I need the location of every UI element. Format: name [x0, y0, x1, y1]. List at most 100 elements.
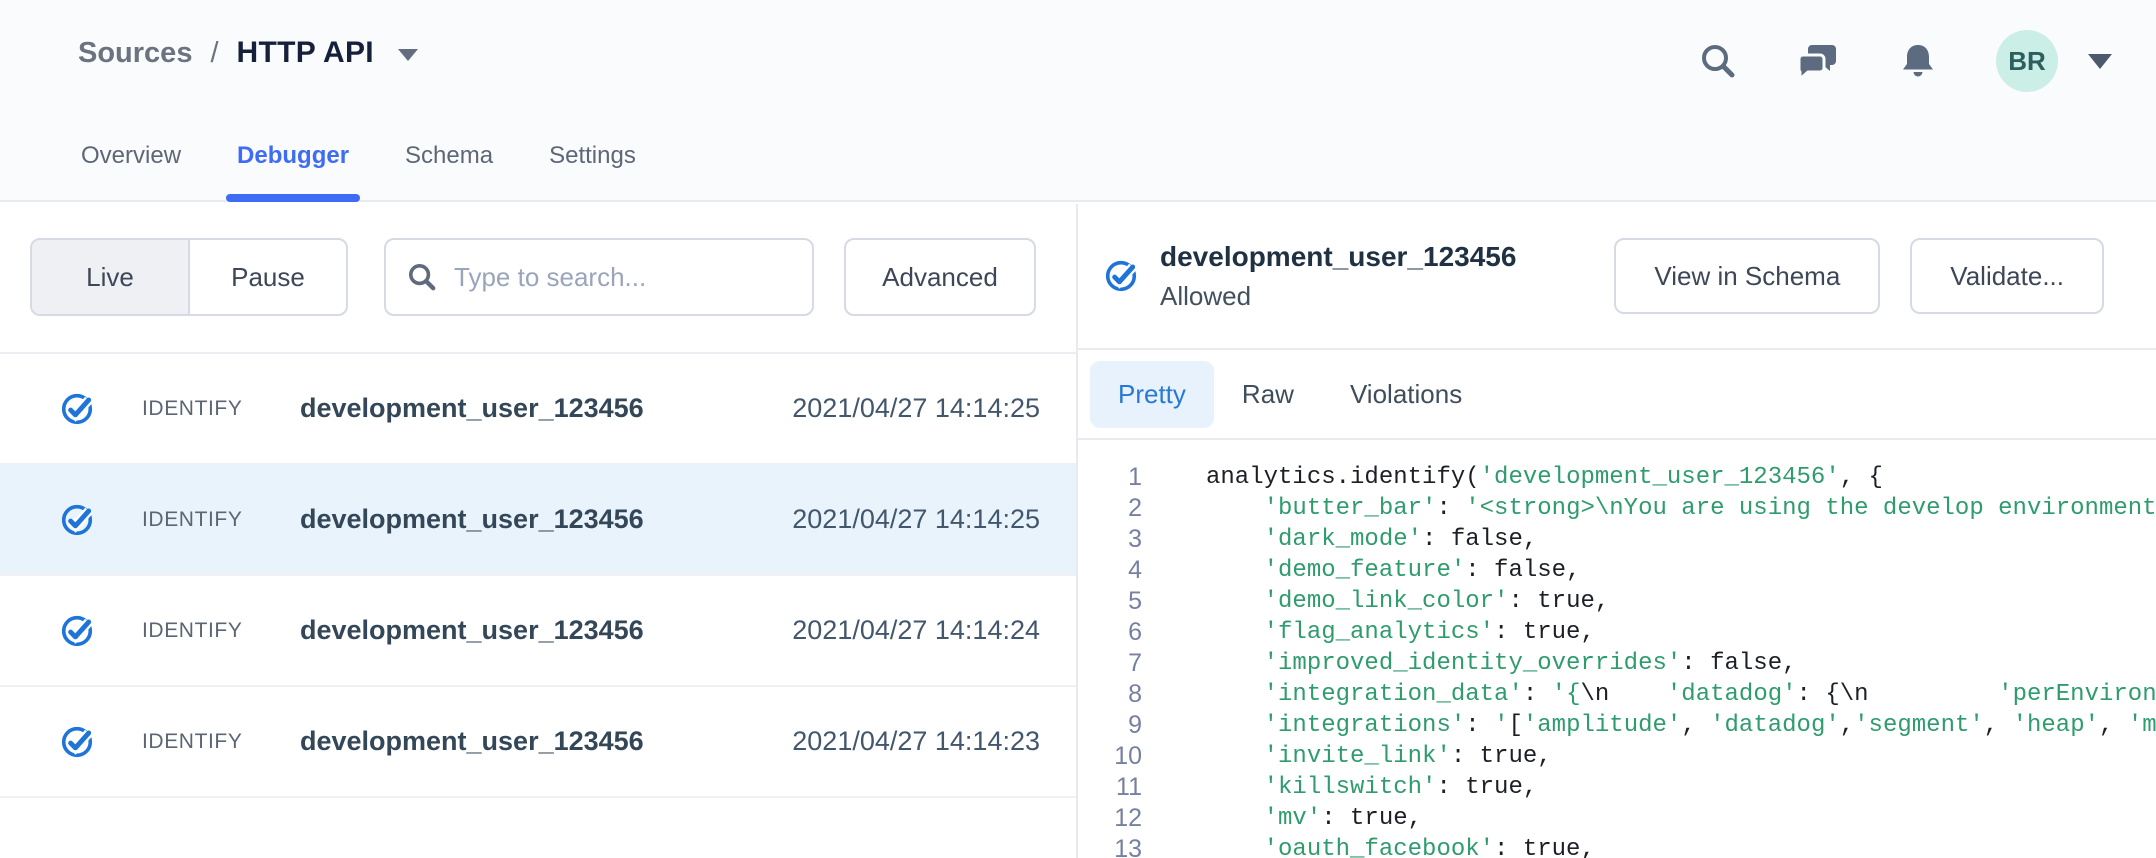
code-line: 9 'integrations': '['amplitude', 'datado…	[1078, 710, 2156, 741]
line-number: 10	[1078, 741, 1142, 772]
event-type: IDENTIFY	[142, 730, 300, 754]
code-line: 13 'oauth_facebook': true,	[1078, 834, 2156, 858]
event-name: development_user_123456	[300, 504, 644, 535]
tab-overview[interactable]: Overview	[78, 142, 184, 200]
code-line: 10 'invite_link': true,	[1078, 741, 2156, 772]
line-number: 3	[1078, 524, 1142, 555]
line-number: 2	[1078, 493, 1142, 524]
event-type: IDENTIFY	[142, 508, 300, 532]
line-number: 7	[1078, 648, 1142, 679]
check-circle-icon	[60, 614, 94, 648]
tab-settings[interactable]: Settings	[546, 142, 639, 200]
event-detail-header: development_user_123456 Allowed View in …	[1078, 204, 2156, 350]
event-timestamp: 2021/04/27 14:14:25	[792, 393, 1040, 424]
code-line: 3 'dark_mode': false,	[1078, 524, 2156, 555]
payload-code-view[interactable]: 1 analytics.identify('development_user_12…	[1078, 442, 2156, 858]
code-line: 2 'butter_bar': '<strong>\nYou are using…	[1078, 493, 2156, 524]
event-timestamp: 2021/04/27 14:14:25	[792, 504, 1040, 535]
view-in-schema-button[interactable]: View in Schema	[1614, 238, 1880, 314]
tab-schema[interactable]: Schema	[402, 142, 496, 200]
code-line: 7 'improved_identity_overrides': false,	[1078, 648, 2156, 679]
advanced-button[interactable]: Advanced	[844, 238, 1036, 316]
code-text: 'integration_data': '{\n 'datadog': {\n …	[1206, 679, 2156, 710]
nav-tabs: Overview Debugger Schema Settings	[78, 142, 639, 200]
event-name: development_user_123456	[300, 726, 644, 757]
bell-icon[interactable]	[1898, 41, 1938, 81]
code-text: 'dark_mode': false,	[1206, 524, 1537, 555]
account-caret-icon[interactable]	[2088, 54, 2112, 69]
live-pause-toggle: Live Pause	[30, 238, 348, 316]
code-line: 6 'flag_analytics': true,	[1078, 617, 2156, 648]
chat-icon[interactable]	[1796, 39, 1840, 83]
detail-status-icon-slot	[1104, 259, 1138, 293]
event-timestamp: 2021/04/27 14:14:23	[792, 726, 1040, 757]
code-line: 8 'integration_data': '{\n 'datadog': {\…	[1078, 679, 2156, 710]
check-circle-icon	[60, 725, 94, 759]
breadcrumb-separator: /	[210, 37, 218, 70]
code-line: 12 'mv': true,	[1078, 803, 2156, 834]
line-number: 1	[1078, 462, 1142, 493]
search-input[interactable]	[454, 262, 792, 293]
breadcrumb[interactable]: Sources / HTTP API	[78, 36, 418, 70]
payload-view-tabs: PrettyRawViolations	[1078, 350, 2156, 440]
check-circle-icon	[1104, 259, 1138, 293]
code-text: 'invite_link': true,	[1206, 741, 1552, 772]
code-line: 4 'demo_feature': false,	[1078, 555, 2156, 586]
event-name: development_user_123456	[300, 615, 644, 646]
code-text: 'butter_bar': '<strong>\nYou are using t…	[1206, 493, 2156, 524]
event-type: IDENTIFY	[142, 619, 300, 643]
debugger-page: Sources / HTTP API	[0, 0, 2156, 858]
event-stream-panel: Live Pause Advanced IDENTIFYdevelopment_…	[0, 204, 1076, 858]
validate-button[interactable]: Validate...	[1910, 238, 2104, 314]
event-timestamp: 2021/04/27 14:14:24	[792, 615, 1040, 646]
source-switcher-caret-icon[interactable]	[398, 49, 418, 61]
search-icon[interactable]	[1698, 41, 1738, 81]
event-row[interactable]: IDENTIFYdevelopment_user_123456 2021/04/2…	[0, 354, 1076, 465]
code-line: 5 'demo_link_color': true,	[1078, 586, 2156, 617]
event-row[interactable]: IDENTIFYdevelopment_user_123456 2021/04/2…	[0, 687, 1076, 798]
code-text: 'flag_analytics': true,	[1206, 617, 1595, 648]
breadcrumb-section[interactable]: Sources	[78, 37, 192, 70]
header-actions: BR	[1698, 26, 2112, 96]
event-search[interactable]	[384, 238, 814, 316]
detail-buttons: View in Schema Validate...	[1614, 238, 2104, 314]
live-button[interactable]: Live	[32, 240, 190, 314]
event-detail-panel: development_user_123456 Allowed View in …	[1076, 204, 2156, 858]
event-row[interactable]: IDENTIFYdevelopment_user_123456 2021/04/2…	[0, 465, 1076, 576]
tab-debugger[interactable]: Debugger	[234, 142, 352, 200]
event-row[interactable]: IDENTIFYdevelopment_user_123456 2021/04/2…	[0, 576, 1076, 687]
pause-button[interactable]: Pause	[190, 240, 346, 314]
avatar[interactable]: BR	[1996, 30, 2058, 92]
payload-tab-violations[interactable]: Violations	[1322, 361, 1490, 428]
event-name: development_user_123456	[300, 393, 644, 424]
code-text: 'mv': true,	[1206, 803, 1422, 834]
code-text: analytics.identify('development_user_123…	[1206, 462, 1883, 493]
line-number: 4	[1078, 555, 1142, 586]
code-line: 1 analytics.identify('development_user_12…	[1078, 462, 2156, 493]
payload-tab-raw[interactable]: Raw	[1214, 361, 1322, 428]
code-text: 'demo_link_color': true,	[1206, 586, 1609, 617]
line-number: 11	[1078, 772, 1142, 803]
top-header: Sources / HTTP API	[0, 0, 2156, 202]
code-text: 'integrations': '['amplitude', 'datadog'…	[1206, 710, 2156, 741]
detail-titles: development_user_123456 Allowed	[1160, 241, 1516, 312]
code-text: 'killswitch': true,	[1206, 772, 1537, 803]
detail-status-label: Allowed	[1160, 281, 1516, 312]
breadcrumb-source-name[interactable]: HTTP API	[237, 36, 374, 70]
code-text: 'improved_identity_overrides': false,	[1206, 648, 1797, 679]
check-circle-icon	[60, 392, 94, 426]
payload-tab-pretty[interactable]: Pretty	[1090, 361, 1214, 428]
code-text: 'demo_feature': false,	[1206, 555, 1580, 586]
code-line: 11 'killswitch': true,	[1078, 772, 2156, 803]
check-circle-icon	[60, 503, 94, 537]
line-number: 6	[1078, 617, 1142, 648]
event-list: IDENTIFYdevelopment_user_1234562021/04/2…	[0, 352, 1076, 798]
event-type: IDENTIFY	[142, 397, 300, 421]
stream-controls: Live Pause Advanced	[30, 238, 1042, 316]
line-number: 9	[1078, 710, 1142, 741]
line-number: 12	[1078, 803, 1142, 834]
line-number: 13	[1078, 834, 1142, 858]
line-number: 5	[1078, 586, 1142, 617]
account-menu[interactable]: BR	[1996, 30, 2112, 92]
search-input-icon	[406, 261, 438, 293]
